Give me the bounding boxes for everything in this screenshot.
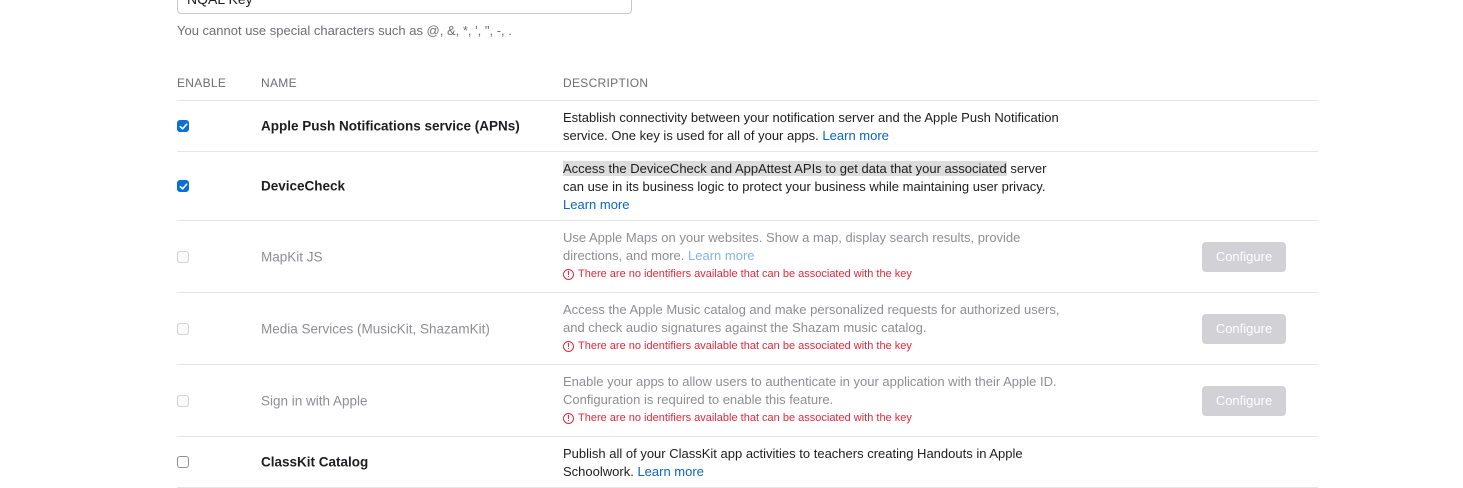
service-description: Publish all of your ClassKit app activit… [563,445,1063,481]
description-text: Publish all of your ClassKit app activit… [563,446,1023,479]
service-description: Access the DeviceCheck and AppAttest API… [563,160,1063,214]
error-message: ! There are no identifiers available tha… [563,266,1063,282]
error-circle-icon: ! [563,412,574,424]
service-row-sign-in-with-apple: Sign in with Apple Enable your apps to a… [177,365,1318,437]
configure-button[interactable]: Configure [1202,241,1286,272]
service-name: Media Services (MusicKit, ShazamKit) [261,321,490,336]
header-name: NAME [261,76,297,90]
key-name-hint: You cannot use special characters such a… [177,23,512,38]
service-description: Access the Apple Music catalog and make … [563,301,1063,354]
learn-more-link[interactable]: Learn more [563,197,629,212]
enable-checkbox-mapkit-js [177,250,189,263]
key-name-input[interactable]: NQAL Key [177,0,632,14]
error-text: There are no identifiers available that … [578,340,912,352]
configure-button[interactable]: Configure [1202,385,1286,416]
table-header: ENABLE NAME DESCRIPTION [177,66,1318,101]
service-name: DeviceCheck [261,178,346,194]
enable-checkbox-devicecheck[interactable] [177,180,189,192]
service-description: Establish connectivity between your noti… [563,109,1063,145]
learn-more-link[interactable]: Learn more [822,128,888,143]
error-text: There are no identifiers available that … [578,268,912,280]
description-text: Establish connectivity between your noti… [563,110,1059,143]
service-name: Apple Push Notifications service (APNs) [261,118,520,134]
service-name: ClassKit Catalog [261,454,369,470]
service-row-mapkit-js: MapKit JS Use Apple Maps on your website… [177,221,1318,293]
enable-checkbox-media-services [177,322,189,335]
service-description: Use Apple Maps on your websites. Show a … [563,229,1063,282]
service-name: Sign in with Apple [261,393,368,408]
enable-checkbox-sign-in-with-apple [177,394,189,407]
learn-more-link[interactable]: Learn more [688,248,754,263]
learn-more-link[interactable]: Learn more [637,464,703,479]
error-circle-icon: ! [563,340,574,352]
services-table: ENABLE NAME DESCRIPTION Apple Push Notif… [177,66,1318,488]
service-name: MapKit JS [261,249,323,264]
checkmark-icon [179,122,187,130]
error-message: ! There are no identifiers available tha… [563,410,1063,426]
key-configuration-page: NQAL Key You cannot use special characte… [0,0,1463,488]
header-description: DESCRIPTION [563,76,649,90]
header-enable: ENABLE [177,76,227,90]
error-circle-icon: ! [563,268,574,280]
enable-checkbox-apns[interactable] [177,120,189,132]
checkmark-icon [179,182,187,190]
service-row-media-services: Media Services (MusicKit, ShazamKit) Acc… [177,293,1318,365]
description-text: Use Apple Maps on your websites. Show a … [563,230,1021,263]
description-text: Access the Apple Music catalog and make … [563,302,1060,335]
service-row-devicecheck: DeviceCheck Access the DeviceCheck and A… [177,152,1318,221]
service-description: Enable your apps to allow users to authe… [563,373,1063,426]
configure-button[interactable]: Configure [1202,313,1286,344]
error-message: ! There are no identifiers available tha… [563,338,1063,354]
service-row-apns: Apple Push Notifications service (APNs) … [177,101,1318,152]
service-row-classkit-catalog: ClassKit Catalog Publish all of your Cla… [177,437,1318,488]
description-text: Enable your apps to allow users to authe… [563,374,1057,407]
description-selected-text: Access the DeviceCheck and AppAttest API… [563,161,1007,176]
error-text: There are no identifiers available that … [578,412,912,424]
enable-checkbox-classkit-catalog[interactable] [177,456,189,468]
